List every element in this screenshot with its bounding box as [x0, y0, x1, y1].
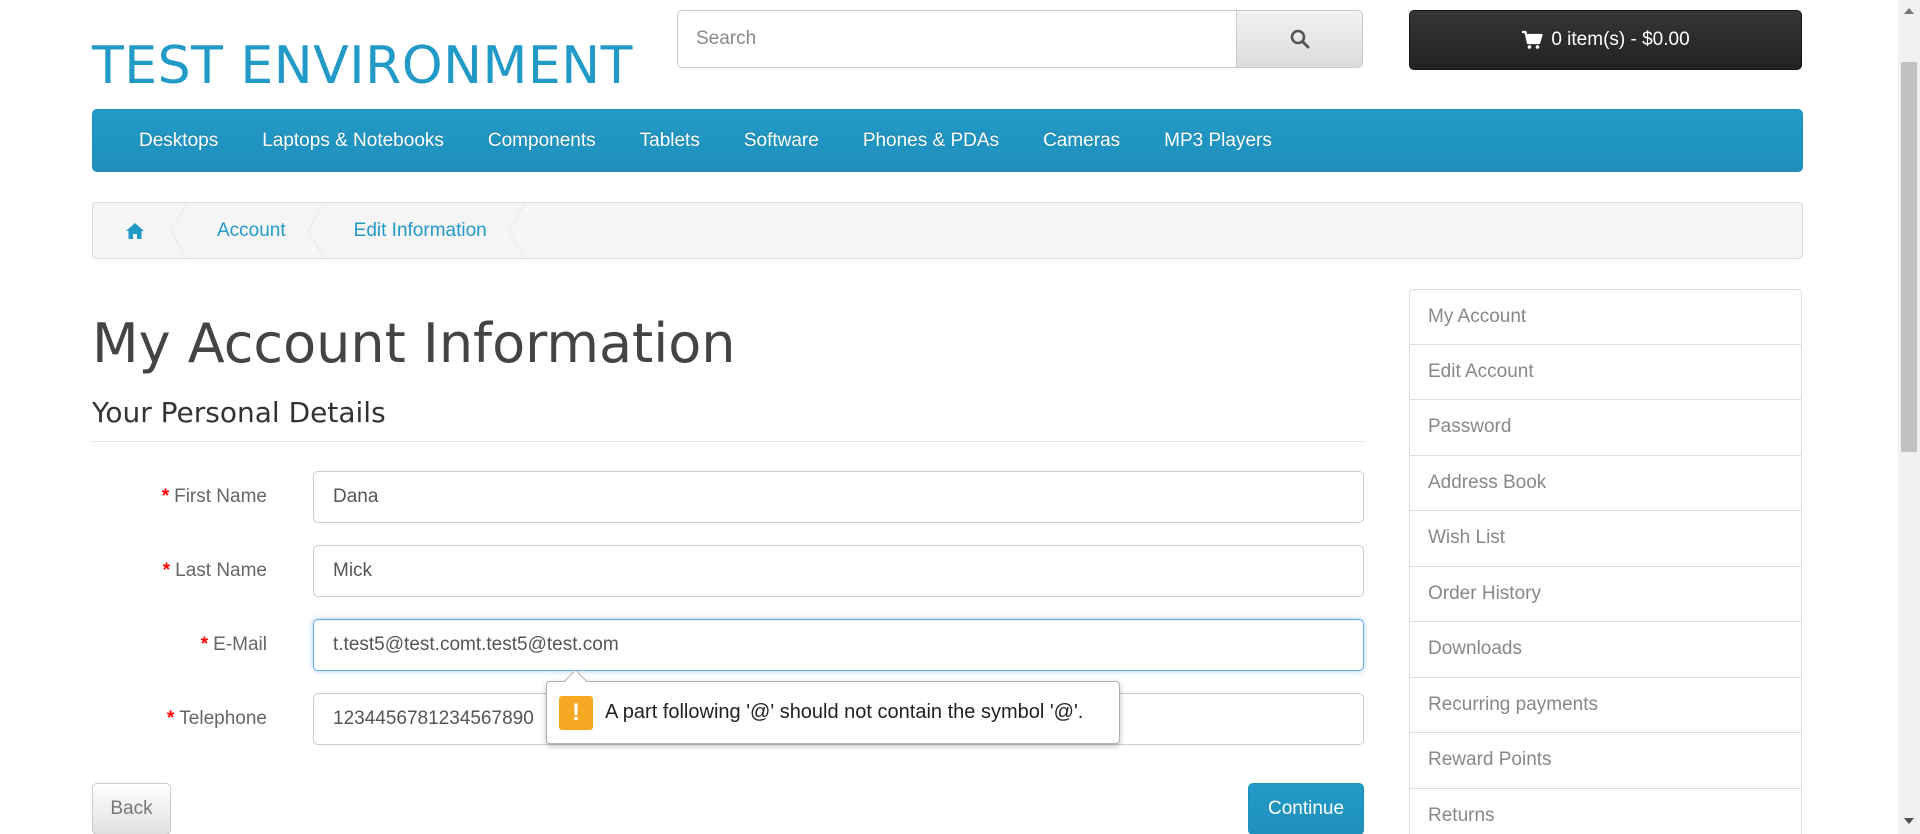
- sidebar-item-password[interactable]: Password: [1409, 400, 1802, 456]
- breadcrumb-home[interactable]: [93, 203, 187, 258]
- back-button[interactable]: Back: [92, 783, 171, 834]
- search-button[interactable]: [1236, 10, 1363, 68]
- sidebar-item-downloads[interactable]: Downloads: [1409, 622, 1802, 678]
- menu-item-phones-pdas[interactable]: Phones & PDAs: [841, 130, 1021, 152]
- last-name-label: * Last Name: [92, 545, 267, 597]
- required-marker: *: [200, 634, 209, 655]
- first-name-label: * First Name: [92, 471, 267, 523]
- sidebar-item-wish-list[interactable]: Wish List: [1409, 511, 1802, 567]
- menu-item-tablets[interactable]: Tablets: [618, 130, 722, 152]
- warning-icon: !: [559, 695, 593, 730]
- personal-details-legend: Your Personal Details: [92, 396, 1364, 442]
- required-marker: *: [162, 560, 171, 581]
- required-marker: *: [166, 708, 175, 729]
- sidebar-item-recurring-payments[interactable]: Recurring payments: [1409, 677, 1802, 733]
- sidebar-item-edit-account[interactable]: Edit Account: [1409, 344, 1802, 400]
- main-menu: Desktops Laptops & Notebooks Components …: [92, 109, 1803, 172]
- validation-tooltip: ! A part following '@' should not contai…: [546, 681, 1120, 744]
- first-name-row: * First Name: [92, 471, 1364, 523]
- shopping-cart-icon: [1522, 30, 1543, 49]
- sidebar-item-my-account[interactable]: My Account: [1409, 289, 1802, 345]
- menu-item-laptops-notebooks[interactable]: Laptops & Notebooks: [240, 130, 466, 152]
- last-name-row: * Last Name: [92, 545, 1364, 597]
- breadcrumb: Account Edit Information: [92, 202, 1803, 259]
- breadcrumb-edit-information[interactable]: Edit Information: [322, 203, 525, 258]
- required-marker: *: [161, 486, 170, 507]
- email-label: * E-Mail: [92, 619, 267, 671]
- last-name-input[interactable]: [313, 545, 1364, 597]
- sidebar-item-address-book[interactable]: Address Book: [1409, 455, 1802, 511]
- menu-item-mp3-players[interactable]: MP3 Players: [1142, 130, 1294, 152]
- scroll-down-arrow-icon[interactable]: [1904, 818, 1914, 824]
- email-label-text: E-Mail: [213, 634, 267, 655]
- menu-item-components[interactable]: Components: [466, 130, 618, 152]
- telephone-label: * Telephone: [92, 693, 267, 745]
- last-name-label-text: Last Name: [175, 560, 267, 581]
- vertical-scrollbar[interactable]: [1898, 0, 1920, 834]
- sidebar-item-reward-points[interactable]: Reward Points: [1409, 733, 1802, 789]
- menu-item-software[interactable]: Software: [722, 130, 841, 152]
- page: TEST ENVIRONMENT 0 item(s) - $0.00 Deskt…: [0, 0, 1898, 834]
- store-logo[interactable]: TEST ENVIRONMENT: [92, 36, 633, 96]
- scrollbar-thumb[interactable]: [1901, 62, 1917, 452]
- breadcrumb-account[interactable]: Account: [185, 203, 324, 258]
- telephone-label-text: Telephone: [179, 708, 267, 729]
- sidebar-item-returns[interactable]: Returns: [1409, 788, 1802, 834]
- validation-message: A part following '@' should not contain …: [605, 701, 1084, 723]
- menu-item-cameras[interactable]: Cameras: [1021, 130, 1142, 152]
- email-row: * E-Mail: [92, 619, 1364, 671]
- email-input[interactable]: [313, 619, 1364, 671]
- search-bar: [677, 10, 1363, 70]
- page-title: My Account Information: [92, 312, 736, 375]
- cart-button[interactable]: 0 item(s) - $0.00: [1409, 10, 1802, 70]
- continue-button[interactable]: Continue: [1248, 783, 1364, 834]
- scroll-up-arrow-icon[interactable]: [1904, 8, 1914, 14]
- first-name-label-text: First Name: [174, 486, 267, 507]
- menu-item-desktops[interactable]: Desktops: [117, 130, 240, 152]
- home-icon: [126, 222, 144, 239]
- account-sidebar: My Account Edit Account Password Address…: [1409, 289, 1802, 834]
- sidebar-item-order-history[interactable]: Order History: [1409, 566, 1802, 622]
- cart-total: 0 item(s) - $0.00: [1551, 29, 1690, 50]
- first-name-input[interactable]: [313, 471, 1364, 523]
- search-input[interactable]: [677, 10, 1237, 68]
- search-icon: [1290, 29, 1309, 49]
